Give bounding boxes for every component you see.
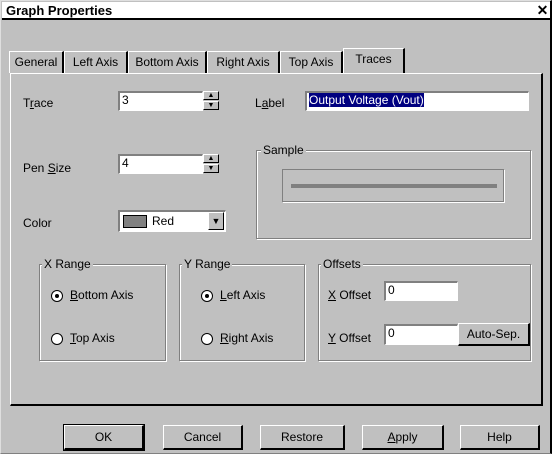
y-range-group: Y Range Left Axis Right Axis: [179, 257, 305, 361]
trace-input[interactable]: 3: [118, 91, 203, 111]
x-range-group: X Range Bottom Axis Top Axis: [39, 257, 166, 361]
auto-sep-button[interactable]: Auto-Sep.: [458, 323, 530, 346]
trace-spinner[interactable]: ▲ ▼: [203, 91, 219, 111]
color-select[interactable]: Red ▼: [118, 210, 226, 232]
trace-label-input[interactable]: Output Voltage (Vout): [305, 91, 529, 111]
spin-down-icon[interactable]: ▼: [203, 164, 219, 173]
x-range-legend: X Range: [42, 257, 93, 271]
offsets-legend: Offsets: [321, 257, 363, 271]
dropdown-arrow-icon[interactable]: ▼: [208, 212, 224, 230]
sample-legend: Sample: [261, 143, 306, 157]
dialog-title: Graph Properties: [6, 3, 113, 18]
label-selected-text: Output Voltage (Vout): [309, 93, 424, 107]
sample-line: [291, 184, 497, 188]
sample-group: Sample: [256, 143, 531, 239]
apply-button[interactable]: Apply: [362, 425, 444, 450]
y-offset-label: Y Offset: [328, 331, 371, 345]
graph-properties-dialog: Graph Properties ✕ General Left Axis Bot…: [0, 0, 552, 454]
pen-size-label: Pen Size: [23, 161, 72, 175]
pen-size-input[interactable]: 4: [118, 154, 203, 174]
pen-size-spinner[interactable]: ▲ ▼: [203, 154, 219, 174]
radio-left-axis[interactable]: [201, 290, 213, 302]
tab-top-axis[interactable]: Top Axis: [280, 51, 343, 73]
color-swatch: [123, 215, 147, 228]
radio-bottom-axis-label: Bottom Axis: [70, 288, 134, 302]
color-value: Red: [152, 214, 175, 228]
sample-preview: [282, 169, 504, 202]
radio-top-axis[interactable]: [51, 333, 63, 345]
color-label: Color: [23, 216, 52, 230]
spin-down-icon[interactable]: ▼: [203, 101, 219, 110]
tab-traces[interactable]: Traces: [343, 48, 405, 73]
spin-up-icon[interactable]: ▲: [203, 91, 219, 100]
offsets-group: Offsets X Offset 0 Y Offset 0 Auto-Sep.: [318, 257, 531, 361]
help-button[interactable]: Help: [460, 425, 540, 450]
radio-right-axis[interactable]: [201, 333, 213, 345]
trace-label: Trace: [23, 96, 54, 110]
spin-up-icon[interactable]: ▲: [203, 154, 219, 163]
ok-button[interactable]: OK: [63, 424, 145, 451]
radio-top-axis-label: Top Axis: [70, 331, 115, 345]
radio-right-axis-label: Right Axis: [220, 331, 274, 345]
traces-panel: Trace 3 ▲ ▼ Label Output Voltage (Vout) …: [10, 73, 543, 406]
x-offset-input[interactable]: 0: [384, 281, 458, 301]
label-caption: Label: [255, 96, 285, 110]
title-bar[interactable]: Graph Properties ✕: [2, 2, 550, 20]
y-offset-input[interactable]: 0: [384, 324, 458, 345]
close-button[interactable]: ✕: [535, 3, 550, 18]
x-offset-label: X Offset: [328, 288, 372, 302]
cancel-button[interactable]: Cancel: [163, 425, 243, 450]
y-range-legend: Y Range: [182, 257, 233, 271]
tab-general[interactable]: General: [9, 51, 64, 73]
restore-button[interactable]: Restore: [260, 425, 345, 450]
tab-left-axis[interactable]: Left Axis: [64, 51, 128, 73]
radio-bottom-axis[interactable]: [51, 290, 63, 302]
tab-bottom-axis[interactable]: Bottom Axis: [128, 51, 207, 73]
radio-left-axis-label: Left Axis: [220, 288, 266, 302]
tab-right-axis[interactable]: Right Axis: [207, 51, 280, 73]
